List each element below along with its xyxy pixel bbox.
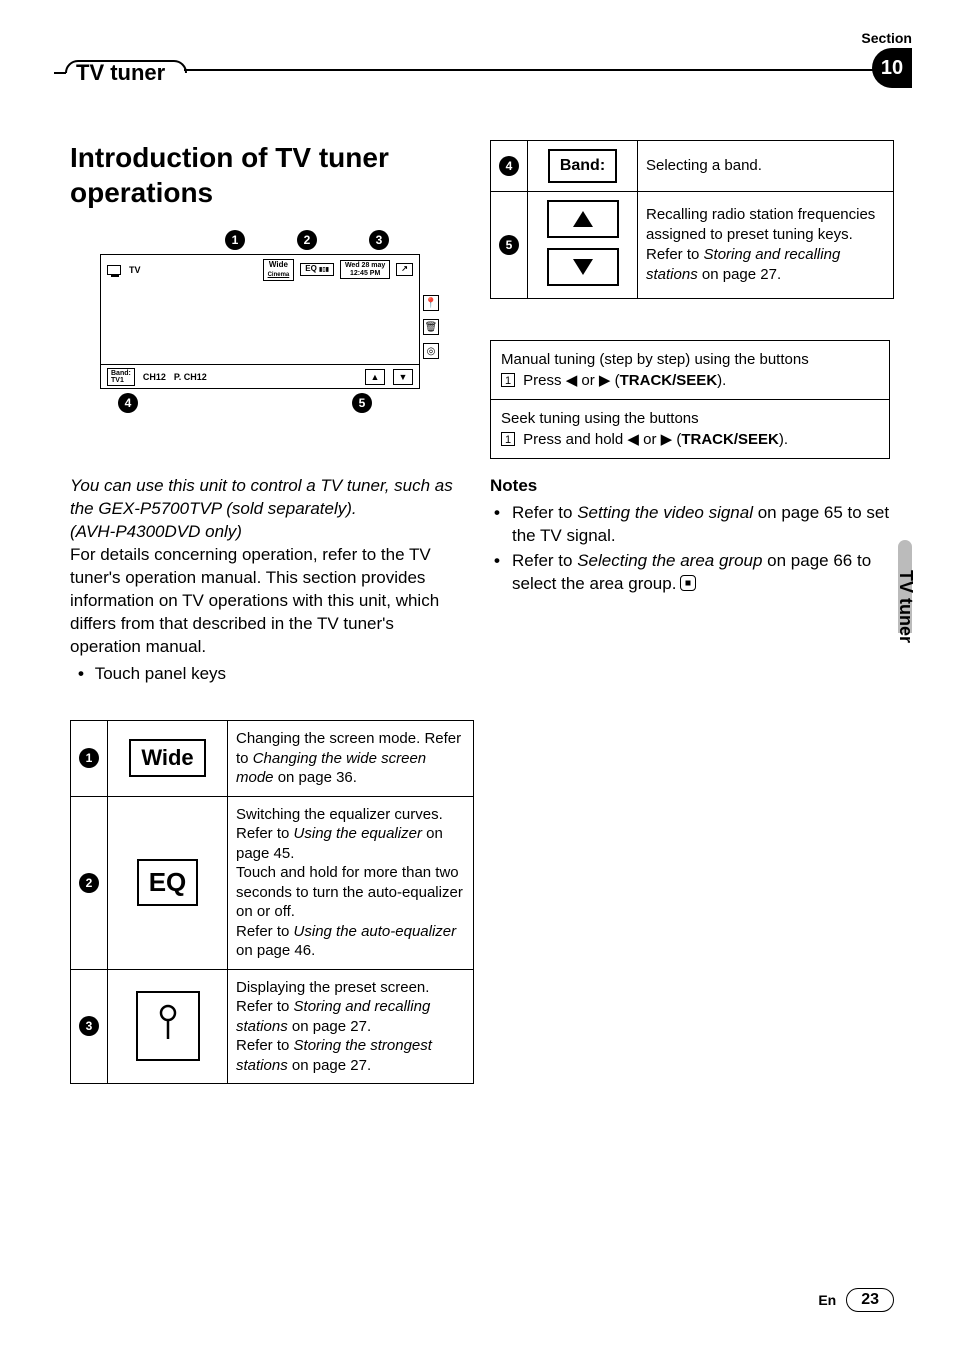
trash-side-icon: 🗑 [423,319,439,335]
expand-icon: ↗ [396,263,413,276]
row-desc-2: Switching the equalizer curves. Refer to… [228,796,474,969]
intro-plain: For details concerning operation, refer … [70,544,465,659]
eq-key-icon: EQ [137,859,199,906]
intro-bullet: Touch panel keys [70,663,465,686]
table-row: 5 Recalling radio station frequencies as… [491,192,894,299]
footer-page-number: 23 [846,1288,894,1312]
callout-5: 5 [352,393,372,413]
step-number: 1 [501,373,515,387]
row-num-3: 3 [79,1016,99,1036]
screen-mock: TV Wide Cinema EQ ▮▯▮ Wed 28 may 12:45 P… [100,254,420,389]
row-num-2: 2 [79,873,99,893]
row-num-5: 5 [499,235,519,255]
step-number: 1 [501,432,515,446]
tv-label: TV [129,265,141,275]
page-title: TV tuner [76,60,165,86]
wide-button-mock: Wide Cinema [263,259,295,281]
note-item: Refer to Setting the video signal on pag… [490,502,890,548]
touch-keys-table: 1 Wide Changing the screen mode. Refer t… [70,720,474,1084]
page-footer: En 23 [818,1288,894,1312]
callout-3: 3 [369,230,389,250]
row-desc-3: Displaying the preset screen. Refer to S… [228,969,474,1084]
row-desc-5: Recalling radio station frequencies assi… [638,192,894,299]
band-key-icon: Band: [548,149,617,183]
tv-icon [107,265,121,275]
row-num-1: 1 [79,748,99,768]
seek-tuning-box: Seek tuning using the buttons 1 Press an… [490,400,890,459]
channel-text: CH12 [143,372,166,382]
tv-screen-diagram: 1 2 3 TV Wide Cinema EQ ▮▯▮ Wed 28 may 1… [100,230,420,413]
table-row: 1 Wide Changing the screen mode. Refer t… [71,721,474,797]
disc-side-icon: ◎ [423,343,439,359]
up-key-icon [547,200,619,238]
preset-key-icon [136,991,200,1061]
callout-4: 4 [118,393,138,413]
notes-heading: Notes [490,475,890,498]
table-row: 2 EQ Switching the equalizer curves. Ref… [71,796,474,969]
end-mark-icon [680,575,696,591]
intro-italic-2: (AVH-P4300DVD only) [70,521,465,544]
table-row: 4 Band: Selecting a band. [491,141,894,192]
intro-italic-1: You can use this unit to control a TV tu… [70,475,465,521]
row-desc-4: Selecting a band. [638,141,894,192]
note-item: Refer to Selecting the area group on pag… [490,550,890,596]
section-label: Section [861,30,912,46]
up-arrow-mock: ▲ [365,369,385,385]
down-key-icon [547,248,619,286]
header-bar: TV tuner [54,56,912,90]
callout-1: 1 [225,230,245,250]
preset-channel-text: P. CH12 [174,372,207,382]
intro-text: You can use this unit to control a TV tu… [70,475,465,685]
down-arrow-mock: ▼ [393,369,413,385]
callout-2: 2 [297,230,317,250]
footer-language: En [818,1292,836,1308]
main-heading: Introduction of TV tuner operations [70,140,450,210]
side-label: TV tuner [895,570,916,643]
wide-key-icon: Wide [129,739,205,777]
eq-button-mock: EQ ▮▯▮ [300,263,334,276]
clock-mock: Wed 28 may 12:45 PM [340,260,390,279]
pin-side-icon: 📍 [423,295,439,311]
touch-keys-table-right: 4 Band: Selecting a band. 5 Recalling ra… [490,140,894,299]
section-number-badge: 10 [872,48,912,88]
tuning-instructions: Manual tuning (step by step) using the b… [490,340,890,459]
row-desc-1: Changing the screen mode. Refer to Chang… [228,721,474,797]
manual-tuning-box: Manual tuning (step by step) using the b… [490,340,890,400]
row-num-4: 4 [499,156,519,176]
notes-section: Notes Refer to Setting the video signal … [490,475,890,598]
table-row: 3 Displaying the preset screen. Refer to… [71,969,474,1084]
band-button-mock: Band: TV1 [107,368,135,386]
